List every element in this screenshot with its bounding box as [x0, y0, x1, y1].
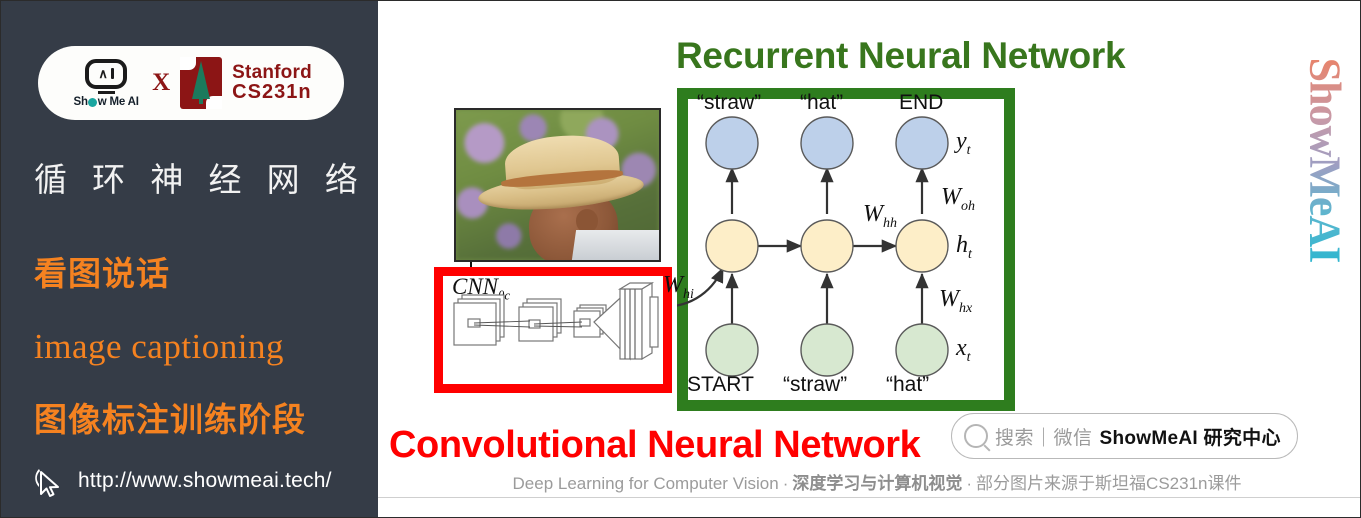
rnn-output-label-2: END — [899, 91, 944, 114]
cnn-title: Convolutional Neural Network — [389, 424, 921, 466]
rnn-weight-oh-label: Woh — [941, 184, 975, 215]
rnn-state-x-base: x — [956, 335, 967, 361]
rnn-output-label-1: “hat” — [800, 91, 844, 114]
showmeai-watermark: ShowMeAI — [1295, 15, 1355, 305]
footer-divider — [378, 497, 1361, 498]
sidebar-panel: ∧ Sh w Me AI X Stanford CS231n 循 环 神 经 网… — [0, 0, 378, 518]
sidebar-title-cn: 循 环 神 经 网 络 — [34, 161, 366, 198]
stanford-s-logo-icon — [180, 57, 223, 109]
sidebar-subtitle-cn: 看图说话 — [34, 255, 170, 292]
main-content-panel: Recurrent Neural Network CNNθc — [378, 0, 1361, 518]
rnn-state-h-label: ht — [956, 232, 972, 263]
robot-eye-caret-icon: ∧ — [98, 66, 108, 81]
collab-x-label: X — [152, 69, 171, 96]
wechat-search-badge[interactable]: 搜索｜微信 ShowMeAI 研究中心 — [951, 413, 1298, 459]
footer-sep-2: · — [966, 474, 973, 493]
rnn-state-y-base: y — [956, 128, 967, 154]
rnn-weight-hx-sub: hx — [959, 300, 973, 316]
robot-face-icon: ∧ — [85, 58, 128, 89]
rnn-input-label-2: “hat” — [886, 373, 930, 396]
stanford-label-line1: Stanford — [232, 61, 312, 83]
rnn-state-h-sub: t — [968, 246, 972, 262]
rnn-state-x-label: xt — [956, 335, 971, 366]
showmeai-wordmark: Sh w Me AI — [73, 96, 138, 108]
showmeai-wordmark-sh: Sh — [73, 95, 88, 108]
rnn-output-label-0: “straw” — [697, 91, 762, 114]
robot-mouth-icon — [97, 90, 115, 94]
sidebar-url-row[interactable]: http://www.showmeai.tech/ — [30, 463, 332, 499]
slide-page: ∧ Sh w Me AI X Stanford CS231n 循 环 神 经 网… — [0, 0, 1361, 518]
sidebar-subtitle-en: image captioning — [34, 327, 285, 366]
rnn-input-label-1: “straw” — [783, 373, 848, 396]
cnn-architecture-drawing — [453, 281, 659, 361]
rnn-input-label-0: START — [687, 373, 754, 396]
rnn-weight-hx-base: W — [939, 286, 959, 312]
showmeai-watermark-text: ShowMeAI — [1300, 57, 1350, 263]
stanford-tree-trunk — [199, 95, 204, 104]
rnn-state-h-base: h — [956, 232, 968, 258]
photo-shirt — [571, 230, 659, 260]
rnn-weight-hi-sub: hi — [683, 286, 694, 302]
rnn-weight-oh-sub: oh — [961, 198, 975, 214]
stanford-label-line2: CS231n — [232, 81, 312, 104]
rnn-weight-hi-base: W — [663, 272, 683, 298]
showmeai-logo: ∧ Sh w Me AI — [70, 58, 142, 108]
footer-en: Deep Learning for Computer Vision — [512, 474, 779, 493]
search-badge-gray-text: 搜索｜微信 — [995, 427, 1093, 449]
cursor-pointer-icon — [35, 469, 59, 497]
footer-cn-bold: 深度学习与计算机视觉 — [792, 474, 963, 493]
sidebar-url-text[interactable]: http://www.showmeai.tech/ — [78, 469, 332, 493]
stanford-course-label: Stanford CS231n — [232, 61, 312, 104]
search-icon — [964, 424, 988, 448]
footer-sep-1: · — [782, 474, 789, 493]
footer-caption: Deep Learning for Computer Vision · 深度学习与计… — [412, 469, 1342, 494]
rnn-weight-hx-label: Whx — [939, 286, 972, 317]
search-badge-dark-text: ShowMeAI 研究中心 — [1099, 427, 1281, 449]
showmeai-wordmark-rest: w Me AI — [97, 95, 139, 108]
footer-cn-note: 部分图片来源于斯坦福CS231n课件 — [976, 474, 1242, 493]
rnn-state-y-label: yt — [956, 128, 971, 159]
showmeai-dot-icon — [88, 98, 98, 107]
rnn-title: Recurrent Neural Network — [676, 35, 1126, 76]
straw-hat-photo — [454, 108, 661, 262]
rnn-weight-hh-label: Whh — [863, 201, 897, 232]
rnn-state-y-sub: t — [966, 142, 971, 158]
sidebar-stage-cn: 图像标注训练阶段 — [34, 401, 306, 438]
course-logo-badge: ∧ Sh w Me AI X Stanford CS231n — [38, 46, 344, 120]
rnn-state-x-sub: t — [966, 349, 971, 365]
robot-eye-bar-icon — [110, 68, 114, 79]
rnn-weight-hh-base: W — [863, 201, 883, 227]
rnn-weight-oh-base: W — [941, 184, 961, 210]
rnn-weight-hh-sub: hh — [883, 215, 897, 231]
rnn-weight-hi-label: Whi — [663, 272, 694, 303]
